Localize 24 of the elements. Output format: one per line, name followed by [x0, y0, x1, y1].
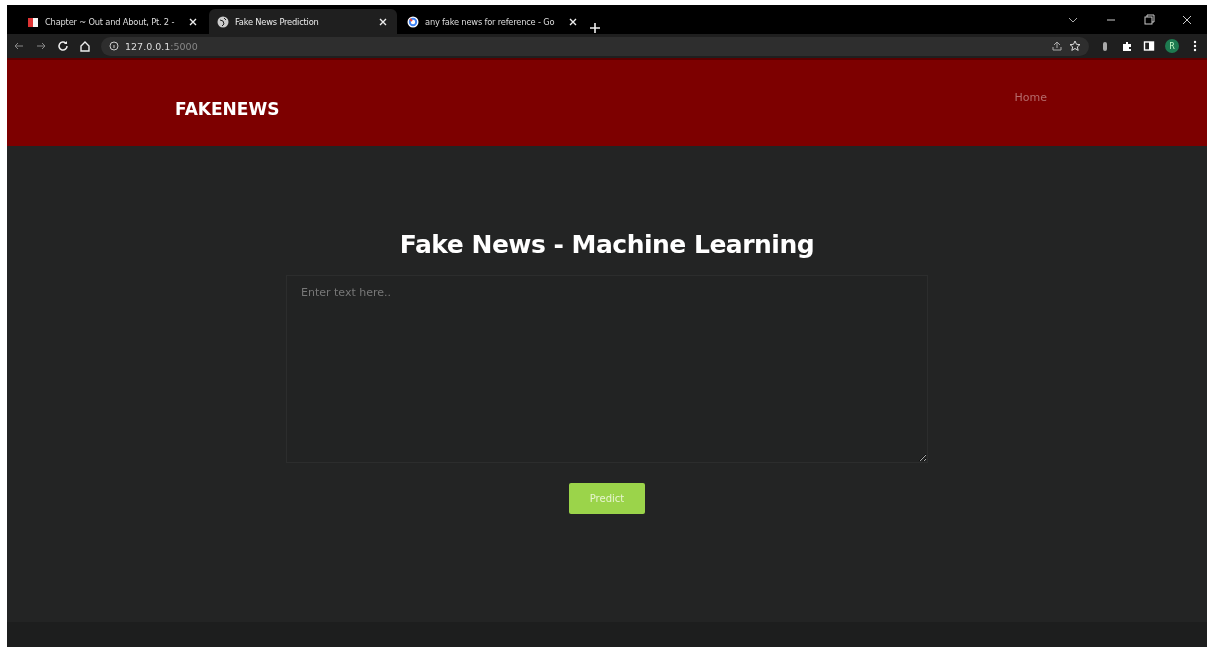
browser-tab[interactable]: any fake news for reference - Go — [399, 9, 587, 34]
text-input[interactable]: Enter text here.. — [286, 275, 928, 463]
close-icon[interactable] — [1181, 14, 1193, 26]
restore-icon[interactable] — [1143, 14, 1155, 26]
puzzle-icon[interactable] — [1121, 40, 1133, 52]
page-title: Fake News - Machine Learning — [399, 230, 815, 259]
forward-icon[interactable] — [35, 40, 47, 52]
home-icon[interactable] — [79, 40, 91, 52]
browser-tab[interactable]: Chapter ~ Out and About, Pt. 2 - — [19, 9, 207, 34]
star-icon[interactable] — [1069, 40, 1081, 52]
reload-icon[interactable] — [57, 40, 69, 52]
address-bar[interactable]: 127.0.0.1:5000 — [101, 36, 1089, 56]
back-icon[interactable] — [13, 40, 25, 52]
plus-icon[interactable] — [589, 22, 601, 34]
profile-avatar[interactable]: R — [1165, 39, 1179, 53]
book-icon — [27, 15, 39, 28]
site-logo[interactable]: FAKENEWS — [175, 99, 280, 119]
globe-icon — [217, 15, 229, 28]
info-icon — [109, 41, 119, 51]
url-text: 127.0.0.1:5000 — [125, 40, 198, 52]
google-icon — [407, 15, 419, 28]
side-panel-icon[interactable] — [1143, 40, 1155, 52]
share-icon[interactable] — [1051, 40, 1063, 52]
browser-tab[interactable]: Fake News Prediction — [209, 9, 397, 34]
